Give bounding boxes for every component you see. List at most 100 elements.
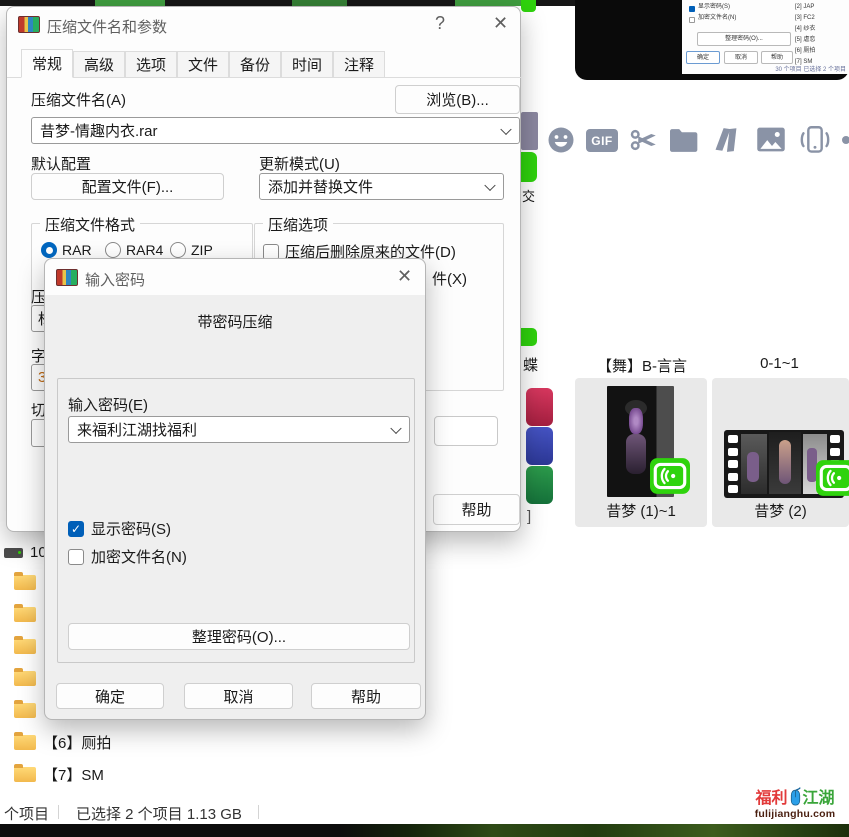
file-1-name: 昔梦 (1)~1 [575, 500, 707, 521]
update-mode-combobox[interactable]: 添加并替换文件 [259, 173, 504, 200]
folder-icon [14, 639, 36, 654]
folder-icon [14, 767, 36, 782]
sliver-badge-top [521, 0, 536, 12]
password-groupbox: 输入密码(E) 来福利江湖找福利 ✓ 显示密码(S) 加密文件名(N) 整理密码… [57, 378, 415, 663]
password-value: 来福利江湖找福利 [77, 419, 197, 440]
sidebar-item-7[interactable]: 【7】SM [14, 764, 104, 785]
mini-checkbox-checked [689, 6, 695, 12]
mini-help-button: 帮助 [761, 51, 793, 64]
watermark: 福利 江湖 fulijianghu.com [744, 781, 846, 823]
update-mode-value: 添加并替换文件 [268, 176, 373, 197]
encrypt-names-checkbox[interactable]: 加密文件名(N) [68, 546, 187, 567]
folder-icon[interactable] [668, 127, 700, 154]
chat-image-message[interactable]: 显示密码(S) 加密文件名(N) 整理密码(O)... 确定 取消 帮助 [2]… [575, 0, 849, 80]
tab-advanced[interactable]: 高级 [73, 51, 125, 78]
mini-list-item: [5] 虐恋 [795, 36, 815, 44]
file-card-2[interactable]: 昔梦 (2) [712, 378, 849, 527]
password-dialog-title: 输入密码 [85, 269, 145, 290]
watermark-domain: fulijianghu.com [755, 808, 836, 820]
file-card-1[interactable]: 昔梦 (1)~1 [575, 378, 707, 527]
file-2-name: 昔梦 (2) [712, 500, 849, 521]
browse-button[interactable]: 浏览(B)... [395, 85, 520, 114]
mouse-icon [789, 785, 802, 807]
status-bar: 个项目 已选择 2 个项目 1.13 GB [0, 800, 600, 824]
sfx-checkbox-partial-label: 件(X) [432, 268, 467, 289]
volume-size-partial-input[interactable] [434, 416, 498, 446]
profiles-button[interactable]: 配置文件(F)... [31, 173, 224, 200]
password-combobox[interactable]: 来福利江湖找福利 [68, 416, 410, 443]
folder-icon [14, 607, 36, 622]
sliver-file-label: 蝶 [523, 354, 538, 375]
sidebar-item-6[interactable]: 【6】厕拍 [14, 732, 111, 753]
tab-backup[interactable]: 备份 [229, 51, 281, 78]
tab-options[interactable]: 选项 [125, 51, 177, 78]
encrypt-names-label: 加密文件名(N) [91, 546, 187, 567]
mini-cancel-button: 取消 [724, 51, 758, 64]
help-icon[interactable]: ? [435, 14, 445, 32]
close-icon[interactable]: ✕ [397, 267, 412, 285]
more-icon[interactable] [842, 136, 849, 144]
radio-rar4[interactable]: RAR4 [105, 242, 163, 258]
show-password-checkbox[interactable]: ✓ 显示密码(S) [68, 518, 171, 539]
sliver-stack-green [526, 466, 553, 504]
password-banner: 带密码压缩 [45, 311, 425, 332]
chevron-down-icon[interactable] [390, 422, 401, 433]
tab-comment[interactable]: 注释 [333, 51, 385, 78]
smiley-icon[interactable] [546, 125, 576, 155]
mini-encrypt-names-label: 加密文件名(N) [698, 14, 736, 22]
archive-name-combobox[interactable]: 昔梦-情趣内衣.rar [31, 117, 520, 144]
password-dialog: 输入密码 ✕ 带密码压缩 输入密码(E) 来福利江湖找福利 ✓ 显示密码(S) … [44, 258, 426, 720]
mini-list-item: [3] FC2 [795, 14, 815, 22]
sticker-icon[interactable] [712, 125, 742, 155]
mini-ok-button: 确定 [686, 51, 720, 64]
tab-time[interactable]: 时间 [281, 51, 333, 78]
sliver-badge-low [521, 328, 537, 346]
video-badge-icon [816, 460, 849, 496]
password-help-button[interactable]: 帮助 [311, 683, 421, 709]
folder-icon [14, 575, 36, 590]
ok-button[interactable]: 确定 [56, 683, 164, 709]
chevron-down-icon[interactable] [484, 179, 495, 190]
options-group-legend: 压缩选项 [263, 214, 333, 235]
bottom-strip [0, 824, 849, 837]
image-icon[interactable] [756, 126, 786, 153]
checkbox-on-icon: ✓ [68, 521, 84, 537]
screen: 交 蝶 ] 100 【 【 【 【 【 【6】厕拍 【7】SM 个项目 [0, 0, 849, 837]
watermark-left-text: 福利 [755, 784, 787, 808]
password-label: 输入密码(E) [68, 394, 148, 415]
radio-zip-label: ZIP [191, 242, 213, 258]
mini-organize-button: 整理密码(O)... [697, 32, 791, 46]
format-group-legend: 压缩文件格式 [40, 214, 140, 235]
folder-icon [14, 735, 36, 750]
sliver-char: 交 [522, 186, 535, 205]
file-row-label-1[interactable]: 【舞】B-言言 [577, 355, 707, 376]
mini-list-item: [7] SM [795, 58, 812, 66]
mini-list-item: [4] 纱衣 [795, 25, 815, 33]
scissors-icon[interactable] [629, 125, 659, 155]
tab-general[interactable]: 常规 [21, 49, 73, 78]
mini-show-password-label: 显示密码(S) [698, 3, 730, 11]
radio-zip[interactable]: ZIP [170, 242, 213, 258]
archive-name-label: 压缩文件名(A) [31, 89, 126, 110]
sliver-badge-mid [521, 152, 537, 182]
cancel-button[interactable]: 取消 [184, 683, 293, 709]
shake-window-icon[interactable] [798, 124, 832, 156]
gif-icon[interactable]: GIF [586, 129, 618, 152]
close-icon[interactable]: ✕ [493, 14, 508, 32]
mini-checkbox-unchecked [689, 17, 695, 23]
video-badge-icon [650, 458, 690, 494]
dialog-help-button[interactable]: 帮助 [433, 494, 520, 525]
file-row-label-2[interactable]: 0-1~1 [712, 355, 847, 372]
tab-files[interactable]: 文件 [177, 51, 229, 78]
organize-passwords-button[interactable]: 整理密码(O)... [68, 623, 410, 650]
mini-list-item: [2] JAP [795, 3, 814, 11]
mini-status-text: 30 个项目 已选择 2 个项目 [775, 66, 846, 74]
status-separator [58, 805, 59, 819]
folder-icon [14, 703, 36, 718]
chevron-down-icon[interactable] [500, 123, 511, 134]
status-separator [258, 805, 259, 819]
default-profile-label: 默认配置 [31, 153, 91, 174]
radio-rar[interactable]: RAR [41, 242, 92, 258]
winrar-app-icon [56, 269, 78, 286]
folder-icon [14, 671, 36, 686]
